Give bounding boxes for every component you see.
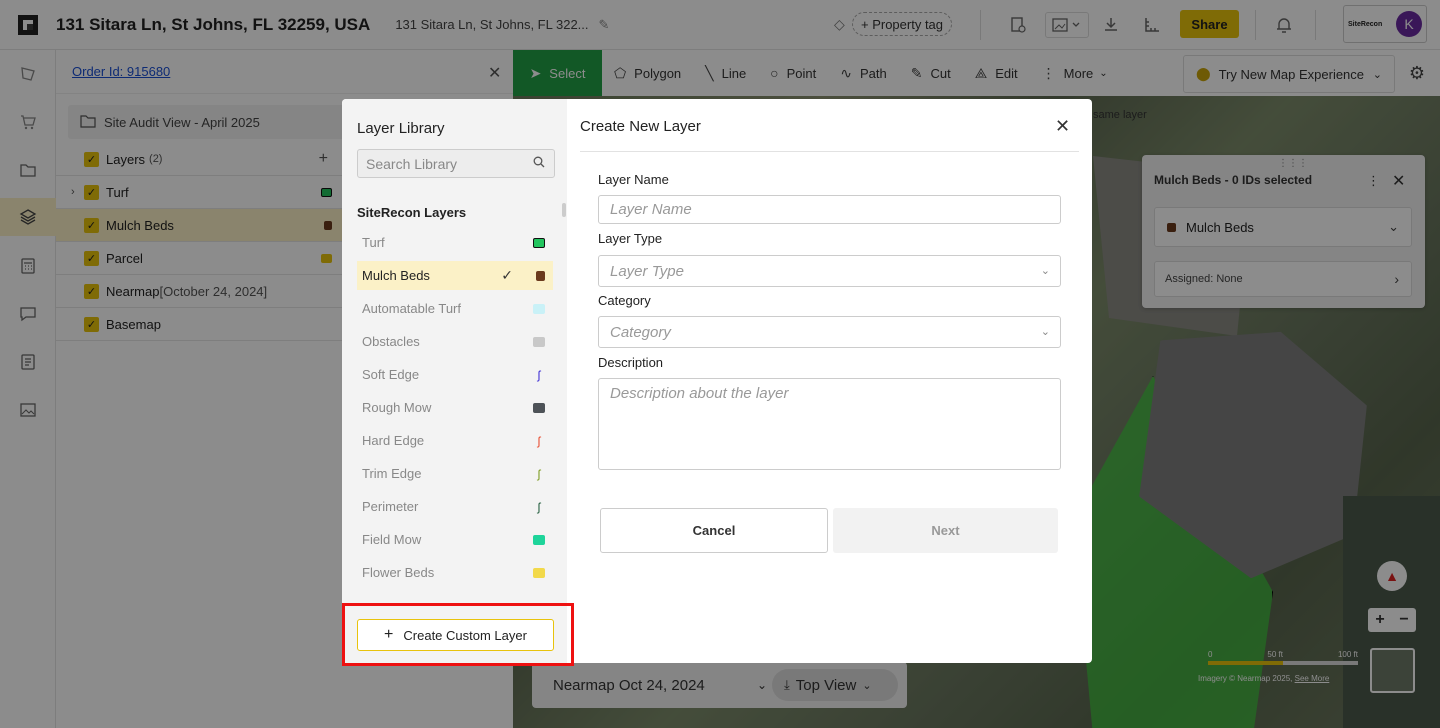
create-layer-modal: Layer Library Search Library SiteRecon L…	[342, 99, 1092, 663]
search-icon	[533, 156, 545, 171]
library-item-field-mow[interactable]: Field Mow	[357, 525, 553, 554]
rough-mow-swatch-icon	[533, 402, 545, 413]
highlight-box	[342, 603, 574, 666]
obstacles-swatch-icon	[533, 336, 545, 347]
create-layer-form: Create New Layer ✕ Layer Name Layer Name…	[567, 99, 1092, 663]
category-select[interactable]: Category ⌄	[598, 316, 1061, 348]
library-search-input[interactable]: Search Library	[357, 149, 555, 178]
description-textarea[interactable]: Description about the layer	[598, 378, 1061, 470]
library-item-hard-edge[interactable]: Hard Edge ʃ	[357, 426, 553, 455]
next-button[interactable]: Next	[833, 508, 1058, 553]
layer-type-label: Layer Type	[598, 231, 663, 246]
library-item-label: Flower Beds	[362, 565, 435, 580]
layer-name-input[interactable]: Layer Name	[598, 195, 1061, 224]
turf-swatch-icon	[533, 237, 545, 248]
library-item-turf[interactable]: Turf	[357, 228, 553, 257]
trim-edge-line-icon: ʃ	[537, 466, 541, 481]
library-item-obstacles[interactable]: Obstacles	[357, 327, 553, 356]
field-mow-swatch-icon	[533, 534, 545, 545]
hard-edge-line-icon: ʃ	[537, 433, 541, 448]
library-item-soft-edge[interactable]: Soft Edge ʃ	[357, 360, 553, 389]
library-item-label: Obstacles	[362, 334, 420, 349]
library-item-label: Rough Mow	[362, 400, 432, 415]
perimeter-line-icon: ʃ	[537, 499, 541, 514]
library-item-mulch-beds[interactable]: Mulch Beds ✓	[357, 261, 553, 290]
layer-name-label: Layer Name	[598, 172, 669, 187]
library-item-label: Turf	[362, 235, 385, 250]
mulch-swatch-icon	[536, 270, 545, 281]
check-icon: ✓	[501, 267, 513, 283]
library-item-label: Field Mow	[362, 532, 422, 547]
library-item-flower-beds[interactable]: Flower Beds	[357, 558, 553, 587]
library-item-label: Perimeter	[362, 499, 419, 514]
divider	[580, 151, 1079, 152]
library-item-automatable-turf[interactable]: Automatable Turf	[357, 294, 553, 323]
library-item-label: Mulch Beds	[362, 268, 430, 283]
category-placeholder: Category	[610, 323, 671, 341]
layer-type-select[interactable]: Layer Type ⌄	[598, 255, 1061, 287]
library-section-title: SiteRecon Layers	[357, 205, 467, 220]
layer-library: Layer Library Search Library SiteRecon L…	[342, 99, 567, 663]
library-item-label: Soft Edge	[362, 367, 420, 382]
search-placeholder: Search Library	[366, 155, 458, 172]
library-title: Layer Library	[357, 120, 445, 137]
soft-edge-line-icon: ʃ	[537, 367, 541, 382]
category-label: Category	[598, 293, 651, 308]
library-item-label: Hard Edge	[362, 433, 425, 448]
automatable-turf-swatch-icon	[533, 303, 545, 314]
layer-name-placeholder: Layer Name	[610, 201, 692, 218]
library-item-perimeter[interactable]: Perimeter ʃ	[357, 492, 553, 521]
close-icon[interactable]: ✕	[1055, 116, 1070, 137]
description-placeholder: Description about the layer	[610, 385, 789, 402]
flower-beds-swatch-icon	[533, 567, 545, 578]
library-scrollbar[interactable]	[562, 203, 566, 217]
chevron-down-icon: ⌄	[1040, 326, 1050, 338]
library-item-label: Automatable Turf	[362, 301, 461, 316]
chevron-down-icon: ⌄	[1040, 265, 1050, 277]
layer-type-placeholder: Layer Type	[610, 262, 684, 280]
library-item-rough-mow[interactable]: Rough Mow	[357, 393, 553, 422]
form-title: Create New Layer	[580, 118, 701, 135]
library-item-trim-edge[interactable]: Trim Edge ʃ	[357, 459, 553, 488]
description-label: Description	[598, 355, 664, 370]
library-item-label: Trim Edge	[362, 466, 422, 481]
cancel-button[interactable]: Cancel	[600, 508, 828, 553]
